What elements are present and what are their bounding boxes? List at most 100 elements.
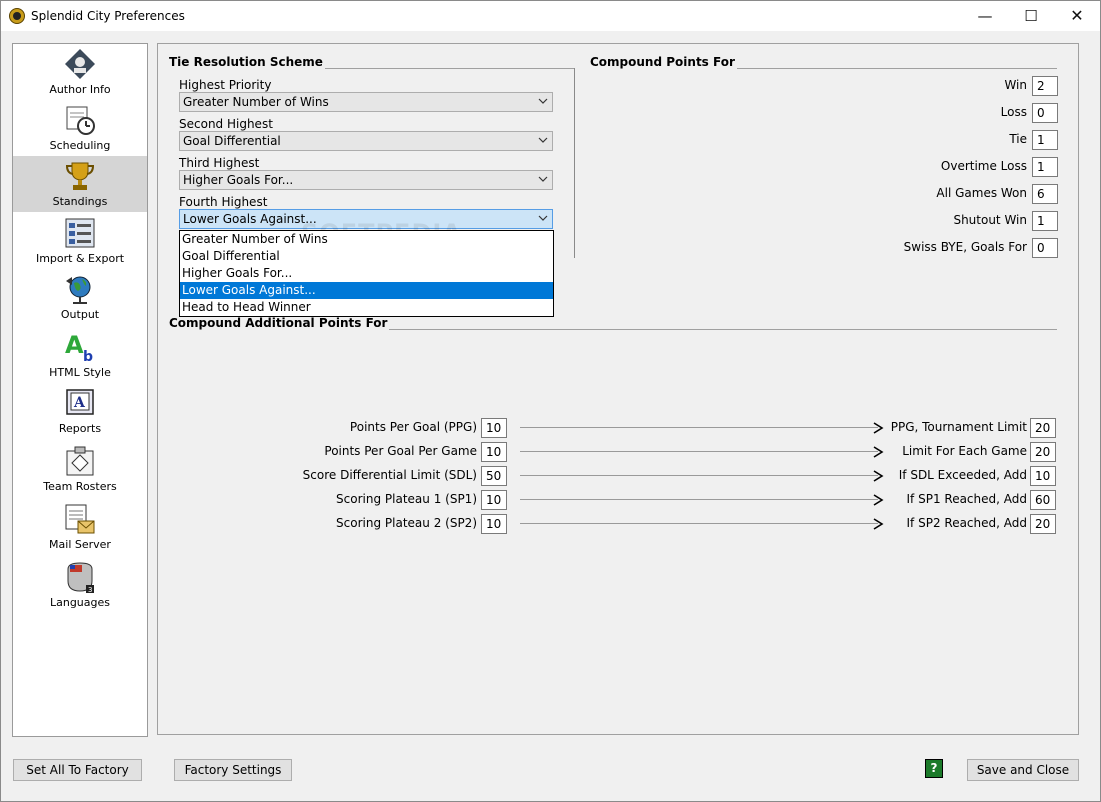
preferences-window: Splendid City Preferences — ☐ ✕ Author I… <box>0 0 1101 802</box>
fourth-highest-label: Fourth Highest <box>179 195 268 209</box>
sidebar-item-languages[interactable]: 3 Languages <box>13 557 147 613</box>
import-export-icon <box>65 218 95 248</box>
game-limit-field[interactable]: 20 <box>1030 442 1056 462</box>
team-rosters-icon <box>66 446 94 476</box>
window-title: Splendid City Preferences <box>31 9 185 23</box>
overtime-loss-field[interactable]: 1 <box>1032 157 1058 177</box>
svg-text:3: 3 <box>88 586 92 593</box>
highest-priority-select[interactable]: Greater Number of Wins <box>179 92 553 112</box>
arrow-connector <box>520 451 878 452</box>
arrow-connector <box>520 499 878 500</box>
highest-priority-label: Highest Priority <box>179 78 272 92</box>
swiss-bye-label: Swiss BYE, Goals For <box>903 240 1027 254</box>
loss-points-field[interactable]: 0 <box>1032 103 1058 123</box>
maximize-button[interactable]: ☐ <box>1008 1 1054 31</box>
sidebar-item-import-export[interactable]: Import & Export <box>13 213 147 269</box>
minimize-button[interactable]: — <box>962 1 1008 31</box>
sp2-add-field[interactable]: 20 <box>1030 514 1056 534</box>
sdl-add-label: If SDL Exceeded, Add <box>898 468 1027 482</box>
help-button[interactable]: ? <box>925 759 943 778</box>
sp1-add-field[interactable]: 60 <box>1030 490 1056 510</box>
second-highest-label: Second Highest <box>179 117 273 131</box>
ppg-limit-field[interactable]: 20 <box>1030 418 1056 438</box>
sdl-label: Score Differential Limit (SDL) <box>302 468 477 482</box>
dropdown-option[interactable]: Head to Head Winner <box>180 299 553 316</box>
highest-priority-value: Greater Number of Wins <box>183 95 329 109</box>
ppgpg-label: Points Per Goal Per Game <box>324 444 477 458</box>
sidebar-item-output[interactable]: Output <box>13 269 147 325</box>
ppgpg-field[interactable]: 10 <box>481 442 507 462</box>
sidebar-item-scheduling[interactable]: Scheduling <box>13 100 147 156</box>
additional-points-title: Compound Additional Points For <box>169 316 390 330</box>
sp1-add-label: If SP1 Reached, Add <box>906 492 1027 506</box>
factory-settings-button[interactable]: Factory Settings <box>174 759 292 781</box>
dropdown-option[interactable]: Goal Differential <box>180 248 553 265</box>
svg-text:b: b <box>83 349 93 363</box>
sidebar: Author Info Scheduling Standings Import … <box>12 43 148 737</box>
divider <box>574 68 575 258</box>
globe-icon <box>66 276 91 304</box>
dropdown-option[interactable]: Greater Number of Wins <box>180 231 553 248</box>
tie-points-field[interactable]: 1 <box>1032 130 1058 150</box>
sp2-field[interactable]: 10 <box>481 514 507 534</box>
game-limit-label: Limit For Each Game <box>902 444 1027 458</box>
author-info-icon <box>65 49 95 79</box>
shutout-win-field[interactable]: 1 <box>1032 211 1058 231</box>
app-icon <box>9 8 25 24</box>
html-style-icon: Ab <box>65 331 93 363</box>
svg-text:A: A <box>65 331 84 359</box>
sidebar-item-label: Languages <box>49 596 111 609</box>
divider <box>725 68 1057 69</box>
chevron-down-icon <box>538 137 548 143</box>
compound-points-title: Compound Points For <box>590 55 737 69</box>
tie-label: Tie <box>1009 132 1027 146</box>
second-highest-select[interactable]: Goal Differential <box>179 131 553 151</box>
shutout-win-label: Shutout Win <box>953 213 1027 227</box>
save-and-close-button[interactable]: Save and Close <box>967 759 1079 781</box>
sidebar-item-mail-server[interactable]: Mail Server <box>13 499 147 555</box>
ppg-limit-label: PPG, Tournament Limit <box>890 420 1027 434</box>
title-bar: Splendid City Preferences — ☐ ✕ <box>1 1 1100 31</box>
tie-resolution-title: Tie Resolution Scheme <box>169 55 325 69</box>
arrow-connector <box>520 523 878 524</box>
reports-icon: A <box>66 389 94 415</box>
all-games-won-label: All Games Won <box>936 186 1027 200</box>
dropdown-option-selected[interactable]: Lower Goals Against... <box>180 282 553 299</box>
sp2-add-label: If SP2 Reached, Add <box>906 516 1027 530</box>
sidebar-item-label: Output <box>60 308 100 321</box>
second-highest-value: Goal Differential <box>183 134 281 148</box>
ppg-field[interactable]: 10 <box>481 418 507 438</box>
close-button[interactable]: ✕ <box>1054 1 1100 31</box>
third-highest-select[interactable]: Higher Goals For... <box>179 170 553 190</box>
arrow-connector <box>520 427 878 428</box>
trophy-icon <box>65 162 95 190</box>
sp1-field[interactable]: 10 <box>481 490 507 510</box>
sidebar-item-team-rosters[interactable]: Team Rosters <box>13 441 147 497</box>
overtime-loss-label: Overtime Loss <box>940 159 1027 173</box>
sdl-add-field[interactable]: 10 <box>1030 466 1056 486</box>
dropdown-option[interactable]: Higher Goals For... <box>180 265 553 282</box>
sidebar-item-label: Scheduling <box>49 139 111 152</box>
sidebar-item-author-info[interactable]: Author Info <box>13 44 147 100</box>
set-all-to-factory-button[interactable]: Set All To Factory <box>13 759 142 781</box>
ppg-label: Points Per Goal (PPG) <box>349 420 477 434</box>
mail-server-icon <box>65 504 95 534</box>
sidebar-item-reports[interactable]: A Reports <box>13 383 147 439</box>
sdl-field[interactable]: 50 <box>481 466 507 486</box>
win-points-field[interactable]: 2 <box>1032 76 1058 96</box>
sidebar-item-label: Standings <box>52 195 108 208</box>
sidebar-item-label: Mail Server <box>49 538 111 551</box>
scheduling-icon <box>66 106 95 135</box>
sidebar-item-label: HTML Style <box>49 366 111 379</box>
sidebar-item-html-style[interactable]: Ab HTML Style <box>13 327 147 383</box>
divider <box>375 329 1057 330</box>
chevron-down-icon <box>538 176 548 182</box>
sidebar-item-label: Author Info <box>49 83 111 96</box>
swiss-bye-field[interactable]: 0 <box>1032 238 1058 258</box>
sidebar-item-standings[interactable]: Standings <box>13 156 147 212</box>
svg-text:A: A <box>73 395 86 411</box>
sidebar-item-label: Team Rosters <box>43 480 117 493</box>
all-games-won-field[interactable]: 6 <box>1032 184 1058 204</box>
third-highest-value: Higher Goals For... <box>183 173 294 187</box>
languages-icon: 3 <box>67 562 94 593</box>
